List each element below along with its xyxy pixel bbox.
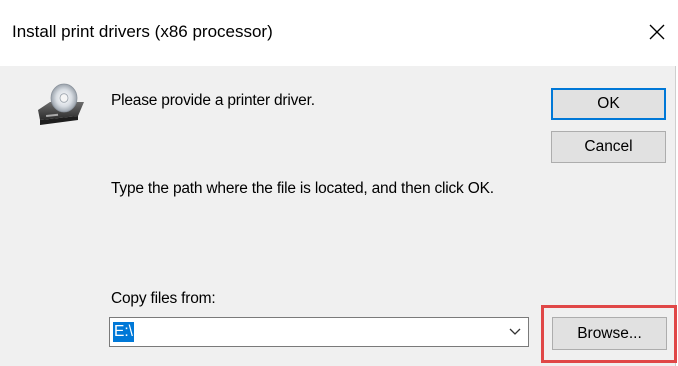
browse-button[interactable]: Browse... <box>552 317 667 350</box>
chevron-down-icon[interactable] <box>508 326 522 338</box>
close-button[interactable] <box>640 14 674 50</box>
instruction-text: Type the path where the file is located,… <box>111 180 494 197</box>
install-print-drivers-dialog: Install print drivers (x86 processor) Pl… <box>0 0 677 366</box>
path-value[interactable]: E:\ <box>113 322 134 342</box>
title-bar: Install print drivers (x86 processor) <box>0 0 676 66</box>
window-title: Install print drivers (x86 processor) <box>12 22 273 41</box>
copy-files-label: Copy files from: <box>111 290 216 307</box>
ok-button[interactable]: OK <box>551 88 666 120</box>
disk-drive-icon <box>38 83 84 125</box>
cancel-button[interactable]: Cancel <box>551 131 666 163</box>
copy-files-from-combobox[interactable]: E:\ <box>109 317 529 347</box>
close-icon <box>649 24 665 40</box>
main-message: Please provide a printer driver. <box>111 92 315 109</box>
